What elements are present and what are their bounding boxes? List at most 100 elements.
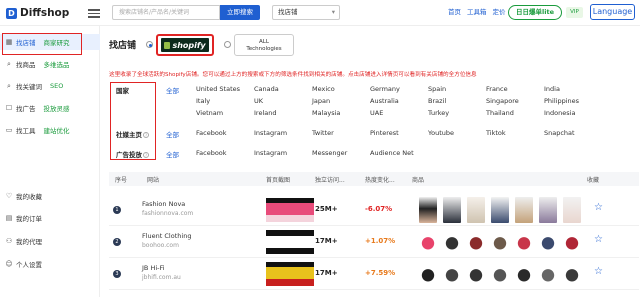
product-image[interactable] [515,197,533,223]
help-icon[interactable]: ? [143,132,149,138]
product-image[interactable] [443,261,461,287]
filter-country-option[interactable]: Canada [254,85,279,93]
sidebar-item-find-store[interactable]: ▦ 找店铺 商家研究 [0,34,100,50]
product-image[interactable] [443,229,461,255]
filter-country-option[interactable]: UK [254,97,263,105]
filter-social-option[interactable]: Pinterest [370,129,399,137]
filter-social-option[interactable]: Youtube [428,129,454,137]
product-image[interactable] [491,197,509,223]
plan-badge[interactable]: 日日爆单lite [508,5,562,20]
product-image[interactable] [515,229,533,255]
product-image[interactable] [515,261,533,287]
filter-country-option[interactable]: India [544,85,560,93]
platform-radio-shopify[interactable] [146,41,153,48]
sidebar-item-orders[interactable]: ▤ 我的订单 [0,210,100,226]
store-domain[interactable]: jbhifi.com.au [142,274,181,281]
sidebar-item-find-product[interactable]: ⌕ 找商品 多维选品 [0,56,100,72]
product-image[interactable] [467,197,485,223]
sidebar-item-sub: 商家研究 [43,39,70,47]
filter-country-option[interactable]: Thailand [486,109,514,117]
sidebar-item-agent[interactable]: ⚇ 我的代理 [0,233,100,249]
logo[interactable]: D Diffshop [6,5,69,21]
search-button[interactable]: 立即搜索 [220,5,260,20]
platform-radio-all[interactable] [224,41,231,48]
filter-country-option[interactable]: United States [196,85,240,93]
product-image[interactable] [419,261,437,287]
nav-link-toolbox[interactable]: 工具箱 [467,6,487,19]
filter-country-option[interactable]: Brazil [428,97,446,105]
product-image[interactable] [419,229,437,255]
sidebar-item-find-ad[interactable]: ☐ 找广告 投放灵感 [0,100,100,116]
filter-country-option[interactable]: France [486,85,508,93]
favorite-star-icon[interactable]: ☆ [594,203,603,213]
table-row[interactable]: 3 JB Hi-Fi jbhifi.com.au 17M+ +7.59% ☆ [109,258,639,290]
platform-card-shopify[interactable]: shopify [156,34,214,56]
search-input[interactable]: 搜索店铺名/产品名/关键词 [112,5,220,20]
column-header-sortable[interactable]: 独立访问... [315,175,345,184]
filter-country-option[interactable]: Japan [312,97,330,105]
store-name[interactable]: Fashion Nova [142,200,185,208]
filter-country-option[interactable]: Singapore [486,97,519,105]
product-image[interactable] [491,229,509,255]
column-header-sortable[interactable]: 热度变化... [365,175,395,184]
search-type-select[interactable]: 找店铺 ▾ [272,5,340,20]
table-row[interactable]: 2 Fluent Clothing boohoo.com 17M+ +1.07%… [109,226,639,258]
product-image[interactable] [419,197,437,223]
store-name[interactable]: JB Hi-Fi [142,264,165,272]
filter-country-option[interactable]: Australia [370,97,399,105]
filter-social-option[interactable]: Snapchat [544,129,575,137]
platform-card-all[interactable]: ALL Technologies [234,34,294,56]
filter-social-option[interactable]: Facebook [196,129,227,137]
product-image[interactable] [467,229,485,255]
sidebar-item-find-tool[interactable]: ▭ 找工具 建站优化 [0,122,100,138]
filter-country-option[interactable]: Ireland [254,109,276,117]
filter-ads-option[interactable]: Messenger [312,149,347,157]
product-image[interactable] [491,261,509,287]
product-image[interactable] [539,229,557,255]
filter-country-option[interactable]: Philippines [544,97,579,105]
menu-collapse-icon[interactable] [88,7,100,18]
product-image[interactable] [539,197,557,223]
store-domain[interactable]: boohoo.com [142,242,179,249]
filter-country-option[interactable]: Vietnam [196,109,223,117]
product-image[interactable] [563,261,581,287]
store-domain[interactable]: fashionnova.com [142,210,193,217]
table-row[interactable]: 1 Fashion Nova fashionnova.com 25M+ -6.0… [109,194,639,226]
sidebar-item-favorites[interactable]: ♡ 我的收藏 [0,188,100,204]
product-image[interactable] [563,197,581,223]
filter-country-option[interactable]: UAE [370,109,383,117]
filter-country-all[interactable]: 全部 [166,85,179,95]
store-name[interactable]: Fluent Clothing [142,232,191,240]
product-image[interactable] [467,261,485,287]
filter-social-all[interactable]: 全部 [166,129,179,139]
filter-country-option[interactable]: Italy [196,97,210,105]
favorite-star-icon[interactable]: ☆ [594,267,603,277]
product-image[interactable] [563,229,581,255]
filter-country-option[interactable]: Turkey [428,109,449,117]
nav-link-pricing[interactable]: 定价 [493,6,506,19]
favorite-star-icon[interactable]: ☆ [594,235,603,245]
help-icon[interactable]: ? [143,152,149,158]
nav-link-home[interactable]: 首页 [448,6,461,19]
language-button[interactable]: Language [590,4,635,20]
product-image[interactable] [539,261,557,287]
filter-ads-option[interactable]: Audience Net [370,149,414,157]
filter-social-option[interactable]: Instagram [254,129,287,137]
filter-ads-all[interactable]: 全部 [166,149,179,159]
filter-country-option[interactable]: Spain [428,85,446,93]
sidebar-item-find-keyword[interactable]: ⌕ 找关键词 SEO [0,78,100,94]
filter-ads-option[interactable]: Instagram [254,149,287,157]
top-links: 首页 工具箱 定价 [448,6,506,19]
filter-country-option[interactable]: Mexico [312,85,335,93]
filter-country-option[interactable]: Indonesia [544,109,575,117]
filter-country-option[interactable]: Malaysia [312,109,340,117]
filter-social-option[interactable]: Twitter [312,129,334,137]
homepage-screenshot[interactable] [266,198,314,222]
filter-ads-option[interactable]: Facebook [196,149,227,157]
filter-social-option[interactable]: Tiktok [486,129,506,137]
sidebar-item-settings[interactable]: ☺ 个人设置 [0,256,100,272]
homepage-screenshot[interactable] [266,262,314,286]
product-image[interactable] [443,197,461,223]
homepage-screenshot[interactable] [266,230,314,254]
filter-country-option[interactable]: Germany [370,85,400,93]
